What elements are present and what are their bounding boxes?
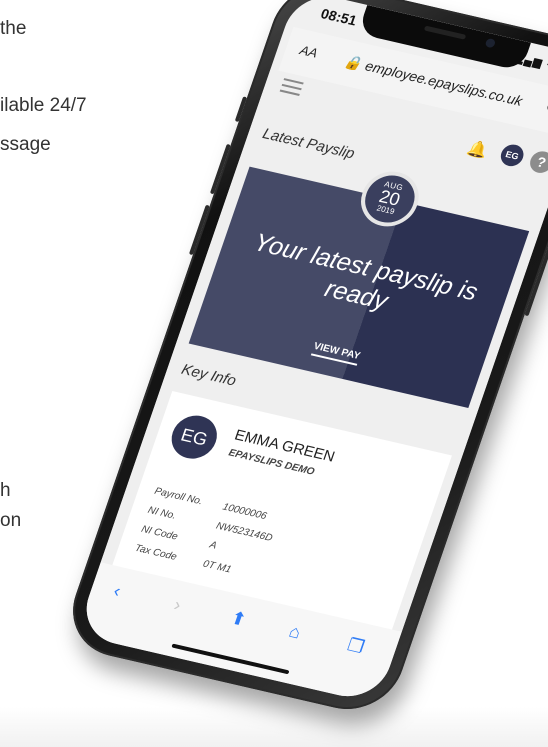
marketing-text-1: the xyxy=(0,18,27,39)
payslip-date-badge: AUG 20 2019 xyxy=(352,165,426,232)
menu-icon[interactable] xyxy=(278,78,304,100)
share-icon[interactable]: ⬆ xyxy=(228,608,249,631)
payroll-value: 10000006 xyxy=(221,501,269,523)
front-camera xyxy=(484,37,496,49)
bottom-fade xyxy=(0,707,548,747)
help-icon[interactable]: ? xyxy=(527,149,548,176)
bookmarks-icon[interactable]: ⌂ xyxy=(286,621,303,643)
tax-code-value: 0T M1 xyxy=(201,558,233,576)
forward-icon[interactable]: › xyxy=(171,594,183,615)
lock-icon: 🔒 xyxy=(342,52,365,72)
user-avatar[interactable]: EG xyxy=(497,142,527,169)
ni-number-value: NW523146D xyxy=(214,520,274,544)
text-size-button[interactable]: AA xyxy=(298,42,320,60)
phone-mockup: 08:51 ▂▄▆ ◠ ▭ AA 🔒 employee.epayslips.co… xyxy=(58,0,548,720)
payslip-message: Your latest payslip is ready xyxy=(250,228,482,316)
tax-code-row: Tax Code0T M1 xyxy=(133,543,232,576)
key-info-heading: Key Info xyxy=(179,361,239,390)
employee-avatar: EG xyxy=(165,411,223,463)
phone-screen: 08:51 ▂▄▆ ◠ ▭ AA 🔒 employee.epayslips.co… xyxy=(75,0,548,705)
marketing-text-2: ilable 24/7 xyxy=(0,95,87,116)
marketing-text-4: h xyxy=(0,480,11,501)
tabs-icon[interactable]: ❐ xyxy=(345,635,367,659)
reload-icon[interactable]: ↻ xyxy=(542,97,548,119)
latest-payslip-heading: Latest Payslip xyxy=(260,125,357,163)
bell-icon[interactable]: 🔔 xyxy=(464,138,490,161)
marketing-text-3: ssage xyxy=(0,134,51,155)
speaker xyxy=(423,25,466,40)
status-time: 08:51 xyxy=(318,5,359,29)
view-pay-label[interactable]: VIEW PAY xyxy=(310,340,362,366)
latest-payslip-card[interactable]: AUG 20 2019 Your latest payslip is ready… xyxy=(188,165,530,409)
marketing-text-5: on xyxy=(0,510,22,531)
back-icon[interactable]: ‹ xyxy=(111,581,123,602)
